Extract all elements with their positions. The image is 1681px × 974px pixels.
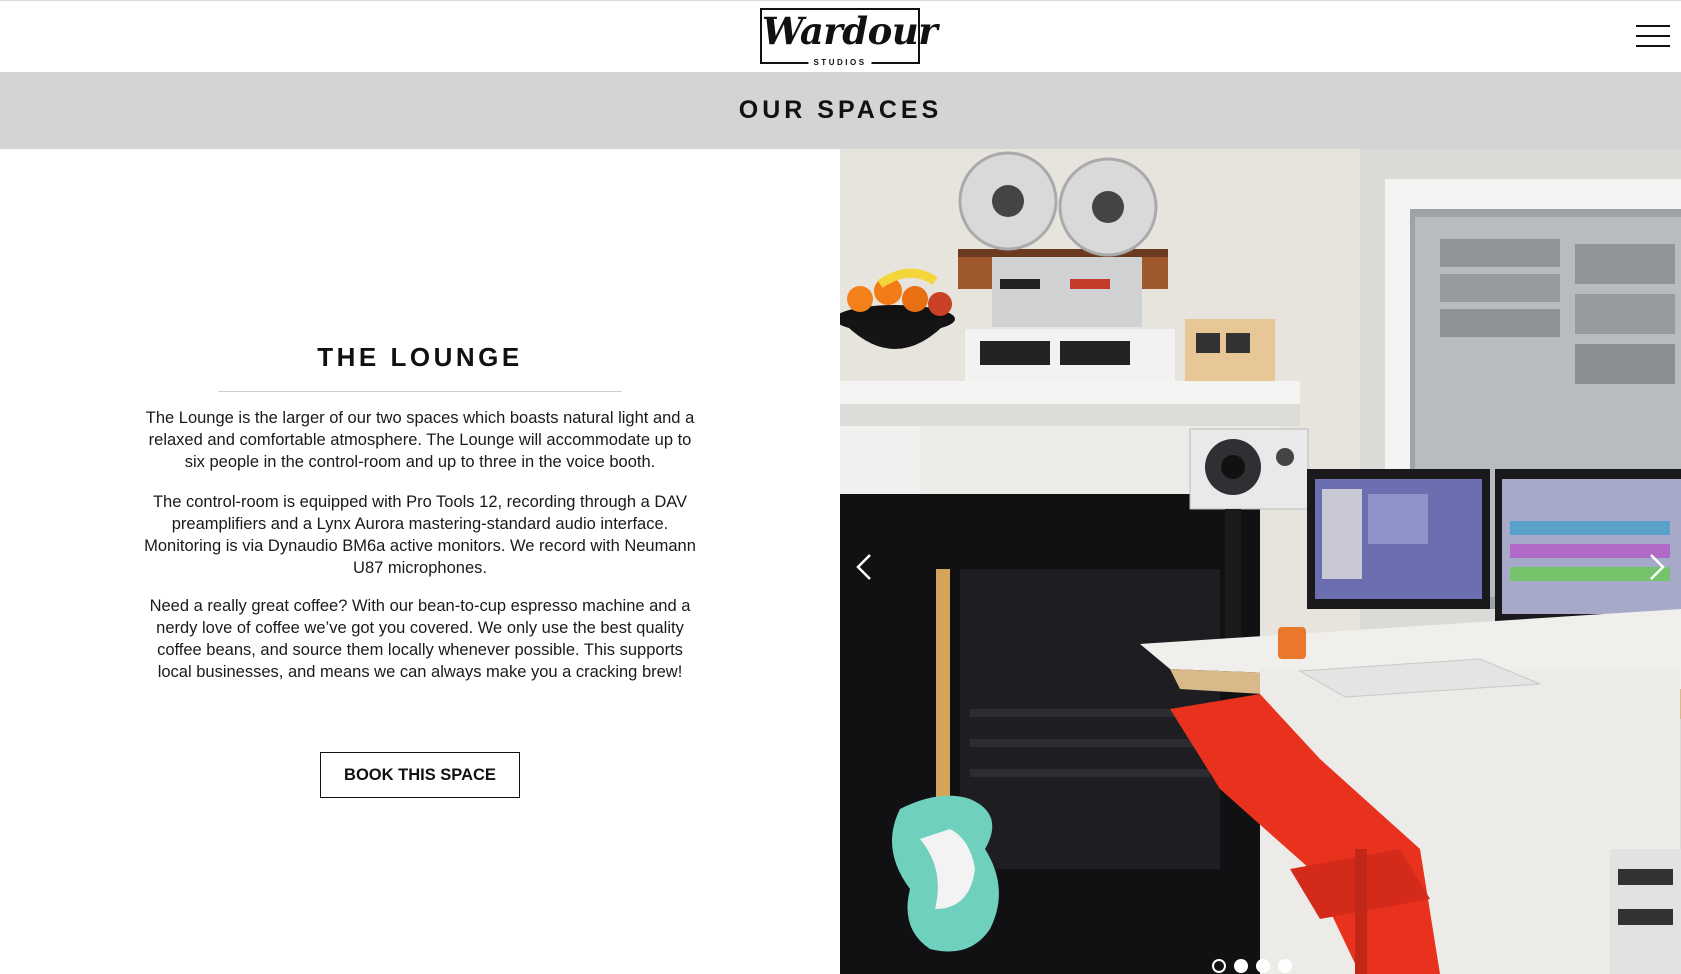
carousel-dot-3[interactable] bbox=[1256, 959, 1270, 973]
studio-photo bbox=[840, 149, 1681, 974]
carousel-dot-4[interactable] bbox=[1278, 959, 1292, 973]
space-description: THE LOUNGE The Lounge is the larger of o… bbox=[0, 149, 840, 974]
book-space-button[interactable]: BOOK THIS SPACE bbox=[320, 752, 520, 798]
carousel-next-button[interactable] bbox=[1637, 549, 1673, 585]
chevron-left-icon bbox=[856, 554, 871, 580]
page-banner: OUR SPACES bbox=[0, 72, 1681, 149]
logo-wordmark: Wardour bbox=[762, 9, 938, 53]
space-title: THE LOUNGE bbox=[317, 342, 523, 372]
carousel-prev-button[interactable] bbox=[848, 549, 884, 585]
logo-subtitle: STUDIOS bbox=[808, 57, 872, 69]
carousel-dots bbox=[1212, 959, 1300, 974]
space-paragraph-3: Need a really great coffee? With our bea… bbox=[149, 597, 691, 681]
carousel-dot-2[interactable] bbox=[1234, 959, 1248, 973]
space-paragraph-2: The control-room is equipped with Pro To… bbox=[144, 493, 696, 577]
page-title: OUR SPACES bbox=[738, 96, 943, 124]
site-logo[interactable]: Wardour STUDIOS bbox=[760, 8, 938, 69]
carousel-dot-1[interactable] bbox=[1212, 959, 1226, 973]
space-paragraph-1: The Lounge is the larger of our two spac… bbox=[145, 409, 695, 471]
chevron-right-icon bbox=[1650, 554, 1665, 580]
hamburger-menu-icon[interactable] bbox=[1636, 25, 1670, 49]
site-header: Wardour STUDIOS bbox=[0, 0, 1681, 72]
image-carousel[interactable] bbox=[840, 149, 1681, 974]
title-divider bbox=[218, 391, 622, 392]
